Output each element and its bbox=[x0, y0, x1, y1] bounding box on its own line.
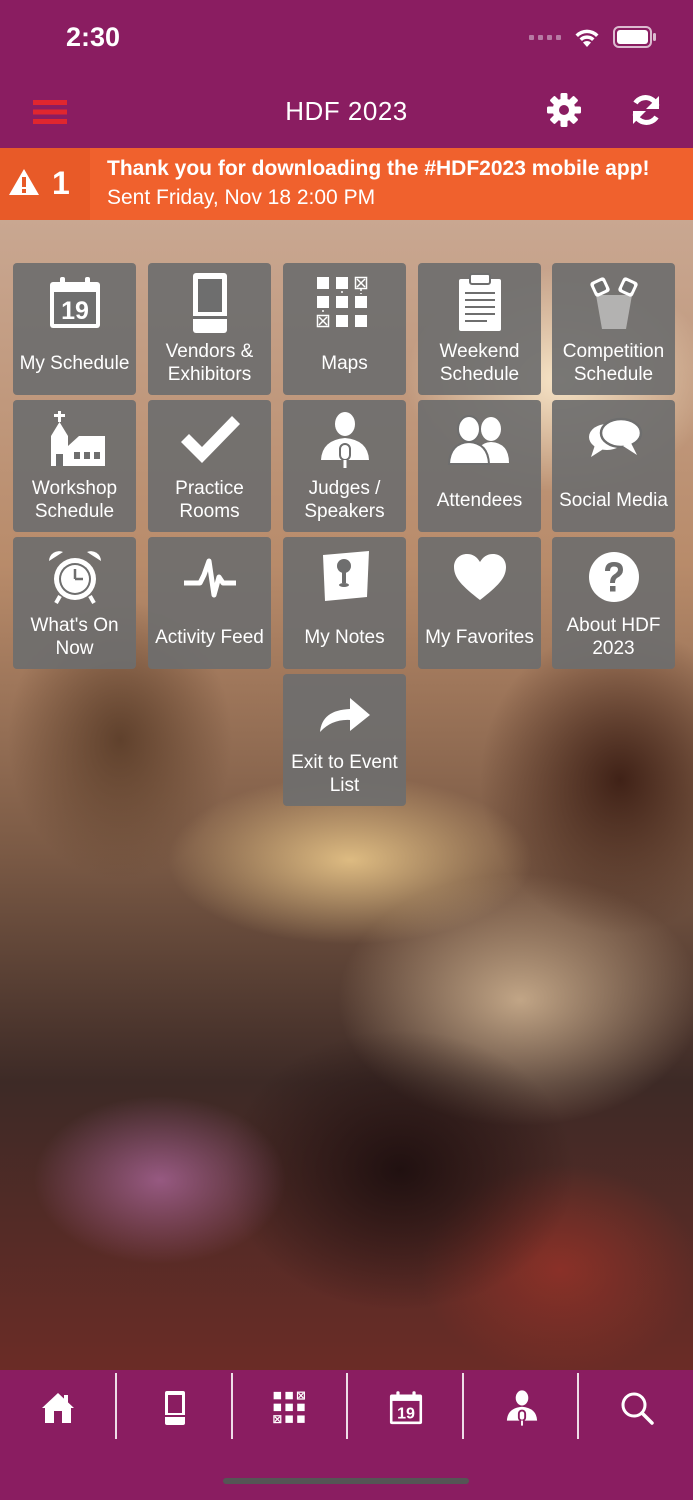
status-bar: 2:30 bbox=[0, 0, 693, 76]
status-icons bbox=[529, 26, 657, 48]
booth-icon bbox=[164, 1390, 185, 1425]
tile-label: Judges / Speakers bbox=[304, 478, 385, 522]
tile-competition-schedule[interactable]: Competition Schedule bbox=[552, 263, 675, 395]
svg-text:19: 19 bbox=[397, 1404, 415, 1422]
booth-icon bbox=[192, 273, 227, 333]
cellular-signal-icon bbox=[529, 35, 561, 40]
checkmark-icon bbox=[180, 416, 240, 463]
alarm-clock-icon bbox=[48, 551, 101, 604]
pulse-icon bbox=[183, 558, 236, 598]
gear-icon[interactable] bbox=[546, 92, 582, 128]
tile-label: Workshop Schedule bbox=[31, 478, 118, 522]
tile-attendees[interactable]: Attendees bbox=[418, 400, 541, 532]
tile-label: What's On Now bbox=[30, 615, 119, 659]
tab-schedule[interactable]: 19 bbox=[348, 1370, 463, 1445]
tab-maps[interactable] bbox=[233, 1370, 348, 1445]
tab-speakers[interactable] bbox=[464, 1370, 579, 1445]
alert-title: Thank you for downloading the #HDF2023 m… bbox=[107, 157, 650, 180]
tile-activity-feed[interactable]: Activity Feed bbox=[148, 537, 271, 669]
alert-subtitle: Sent Friday, Nov 18 2:00 PM bbox=[107, 186, 376, 209]
tile-exit-event-list[interactable]: Exit to Event List bbox=[283, 674, 406, 806]
tile-label: Competition Schedule bbox=[562, 341, 665, 385]
tile-vendors-exhibitors[interactable]: Vendors & Exhibitors bbox=[148, 263, 271, 395]
tile-label: Maps bbox=[321, 352, 368, 374]
tile-weekend-schedule[interactable]: Weekend Schedule bbox=[418, 263, 541, 395]
tile-judges-speakers[interactable]: Judges / Speakers bbox=[283, 400, 406, 532]
alert-count: 1 bbox=[52, 165, 70, 201]
share-arrow-icon bbox=[319, 698, 370, 732]
tile-my-schedule[interactable]: 19 My Schedule bbox=[13, 263, 136, 395]
tile-label: Practice Rooms bbox=[175, 478, 244, 522]
tab-search[interactable] bbox=[579, 1370, 693, 1445]
floorplan-icon bbox=[272, 1391, 305, 1423]
home-icon bbox=[41, 1392, 74, 1423]
tile-workshop-schedule[interactable]: Workshop Schedule bbox=[13, 400, 136, 532]
floorplan-icon bbox=[316, 276, 367, 328]
tile-label: Attendees bbox=[436, 489, 523, 511]
tile-social-media[interactable]: Social Media bbox=[552, 400, 675, 532]
nav-bar: HDF 2023 bbox=[0, 76, 693, 148]
calendar-icon: 19 bbox=[49, 277, 100, 328]
speaker-icon bbox=[506, 1389, 537, 1426]
home-indicator bbox=[223, 1478, 469, 1484]
svg-text:19: 19 bbox=[61, 297, 89, 325]
tile-label: My Notes bbox=[304, 626, 385, 648]
speaker-icon bbox=[320, 412, 369, 468]
search-icon bbox=[621, 1392, 654, 1425]
tile-label: Activity Feed bbox=[155, 626, 264, 648]
battery-icon bbox=[613, 26, 656, 48]
tile-label: Exit to Event List bbox=[291, 752, 398, 796]
tile-label: Social Media bbox=[559, 489, 668, 511]
tile-label: Weekend Schedule bbox=[439, 341, 520, 385]
note-pin-icon bbox=[322, 551, 369, 601]
status-time: 2:30 bbox=[66, 22, 121, 52]
tab-vendors[interactable] bbox=[117, 1370, 232, 1445]
church-icon bbox=[50, 411, 105, 466]
wifi-icon bbox=[575, 29, 599, 47]
chat-bubbles-icon bbox=[588, 417, 642, 457]
tile-label: My Schedule bbox=[19, 352, 130, 374]
heart-icon bbox=[453, 554, 506, 600]
spotlight-icon bbox=[589, 277, 638, 329]
clipboard-icon bbox=[458, 273, 501, 331]
calendar-icon: 19 bbox=[389, 1390, 422, 1424]
people-icon bbox=[447, 415, 509, 465]
tile-my-notes[interactable]: My Notes bbox=[283, 537, 406, 669]
tile-about-hdf[interactable]: About HDF 2023 bbox=[552, 537, 675, 669]
tile-maps[interactable]: Maps bbox=[283, 263, 406, 395]
warning-icon bbox=[9, 169, 39, 195]
refresh-icon[interactable] bbox=[628, 92, 664, 128]
tile-label: About HDF 2023 bbox=[566, 615, 661, 659]
tile-practice-rooms[interactable]: Practice Rooms bbox=[148, 400, 271, 532]
tile-label: My Favorites bbox=[425, 626, 534, 648]
alert-count-box: 1 bbox=[0, 148, 90, 220]
tile-label: Vendors & Exhibitors bbox=[165, 341, 254, 385]
tab-home[interactable] bbox=[0, 1370, 115, 1445]
page-title: HDF 2023 bbox=[285, 96, 408, 126]
tile-whats-on-now[interactable]: What's On Now bbox=[13, 537, 136, 669]
question-icon bbox=[588, 552, 639, 602]
notification-banner[interactable]: 1 Thank you for downloading the #HDF2023… bbox=[0, 148, 693, 220]
tile-my-favorites[interactable]: My Favorites bbox=[418, 537, 541, 669]
